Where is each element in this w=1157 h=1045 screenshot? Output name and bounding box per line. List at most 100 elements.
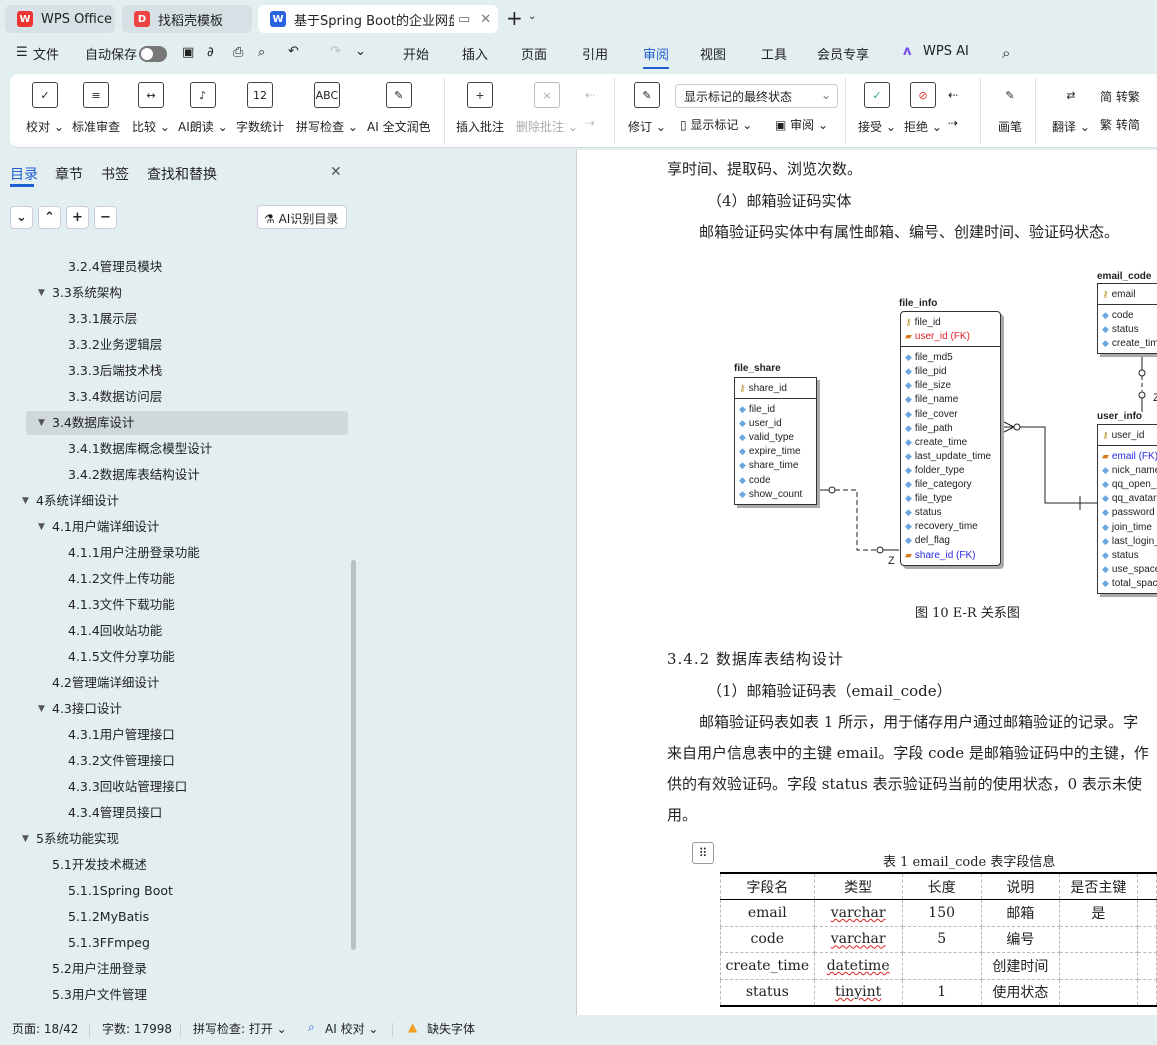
toc-item[interactable]: 4.1.3文件下载功能 (0, 593, 345, 617)
expand-up-button[interactable]: ⌃ (38, 206, 61, 229)
ribbon-button-8[interactable]: × 删除批注 ⌄ (516, 82, 578, 135)
toc-item[interactable]: 5.1.2MyBatis (0, 905, 345, 929)
menu-5[interactable]: 视图 (700, 44, 726, 63)
missing-font-button[interactable]: 缺失字体 (427, 1020, 475, 1037)
ribbon-button-4[interactable]: 12 字数统计 (236, 82, 284, 135)
toc-item[interactable]: 3.3.3后端技术栈 (0, 359, 345, 383)
autosave-toggle[interactable] (139, 46, 167, 62)
toc-item[interactable]: 5.1.1Spring Boot (0, 879, 345, 903)
toc-item[interactable]: 5.1.3FFmpeg (0, 931, 345, 955)
ribbon-button-6[interactable]: ✎ AI 全文润色 (367, 82, 431, 135)
pen-button[interactable]: ✎ 画笔 (997, 82, 1023, 135)
review-pane-button[interactable]: ▣ 审阅 ⌄ (775, 116, 828, 133)
remove-level-button[interactable]: − (94, 206, 117, 229)
ribbon-button-1[interactable]: ≡ 标准审查 (72, 82, 120, 135)
show-marks-button[interactable]: ▯ 显示标记 ⌄ (680, 116, 752, 133)
menu-2[interactable]: 页面 (521, 44, 547, 63)
toc-item[interactable]: 4.1.5文件分享功能 (0, 645, 345, 669)
page-count[interactable]: 页面: 18/42 (12, 1020, 78, 1037)
undo-icon[interactable]: ↶ (288, 44, 299, 59)
tab-wps-office[interactable]: W WPS Office (5, 5, 115, 33)
close-panel-icon[interactable]: ✕ (330, 164, 342, 180)
toc-item[interactable]: 4.3.2文件管理接口 (0, 749, 345, 773)
expand-arrow-icon[interactable]: ▼ (38, 697, 45, 721)
hamburger-icon[interactable]: ☰ (16, 45, 28, 60)
markup-display-select[interactable]: 显示标记的最终状态 ⌄ (675, 84, 838, 108)
toc-item[interactable]: ▼ 3.4数据库设计 (0, 411, 345, 435)
toc-item[interactable]: ▼ 3.3系统架构 (0, 281, 345, 305)
tab-docer[interactable]: D 找稻壳模板 (122, 5, 252, 33)
ribbon-button-5[interactable]: ABC 拼写检查 ⌄ (296, 82, 358, 135)
save-icon[interactable]: ▣ (182, 45, 194, 60)
toc-item[interactable]: 5.1开发技术概述 (0, 853, 345, 877)
expand-arrow-icon[interactable]: ▼ (38, 515, 45, 539)
revise-button[interactable]: ✎ 修订 ⌄ (628, 82, 666, 135)
ribbon-button-0[interactable]: ✓ 校对 ⌄ (26, 82, 64, 135)
reject-button[interactable]: ⊘ 拒绝 ⌄ (904, 82, 942, 135)
toc-item[interactable]: 4.3.1用户管理接口 (0, 723, 345, 747)
toc-item[interactable]: ▼ 4系统详细设计 (0, 489, 345, 513)
add-level-button[interactable]: + (66, 206, 89, 229)
close-tab-icon[interactable]: ✕ (480, 12, 491, 27)
link-icon[interactable]: ∂ (207, 45, 214, 60)
file-menu[interactable]: 文件 (33, 44, 59, 63)
menu-4[interactable]: 审阅 (643, 44, 670, 69)
next-change-icon[interactable]: ⇢ (948, 116, 958, 130)
document-page[interactable]: 享时间、提取码、浏览次数。 （4）邮箱验证码实体 邮箱验证码实体中有属性邮箱、编… (577, 150, 1157, 1015)
redo-icon[interactable]: ↷ (330, 44, 341, 59)
menu-8[interactable]: WPS AI (923, 44, 969, 59)
menu-6[interactable]: 工具 (761, 44, 787, 63)
toc-item[interactable]: 4.1.4回收站功能 (0, 619, 345, 643)
print-icon[interactable]: ⎙ (233, 45, 243, 60)
prev-comment-icon[interactable]: ⇠ (585, 88, 595, 102)
ribbon-button-3[interactable]: ♪ AI朗读 ⌄ (178, 82, 228, 135)
translate-button[interactable]: ⇄ 翻译 ⌄ (1052, 82, 1090, 135)
ribbon-button-2[interactable]: ↔ 比较 ⌄ (132, 82, 170, 135)
search-icon[interactable]: ⌕ (1002, 44, 1010, 62)
toc-item[interactable]: ▼ 5系统功能实现 (0, 827, 345, 851)
toc-item[interactable]: 4.1.1用户注册登录功能 (0, 541, 345, 565)
menu-3[interactable]: 引用 (582, 44, 608, 63)
expand-arrow-icon[interactable]: ▼ (38, 411, 45, 435)
toc-item[interactable]: 4.3.3回收站管理接口 (0, 775, 345, 799)
toc-item[interactable]: 5.3用户文件管理 (0, 983, 345, 1007)
menu-1[interactable]: 插入 (462, 44, 488, 63)
tab-document[interactable]: W 基于Spring Boot的企业网盘 ▭ ✕ (258, 5, 498, 33)
ribbon-button-7[interactable]: + 插入批注 (456, 82, 504, 135)
ai-proofread-button[interactable]: AI 校对 ⌄ (325, 1020, 378, 1037)
tab-list-chevron-icon[interactable]: ⌄ (528, 11, 536, 22)
toc-item[interactable]: 3.4.1数据库概念模型设计 (0, 437, 345, 461)
toc-item[interactable]: ▼ 4.3接口设计 (0, 697, 345, 721)
sidebar-tab-3[interactable]: 查找和替换 (147, 164, 217, 184)
spell-check-status[interactable]: 拼写检查: 打开 ⌄ (193, 1020, 287, 1037)
sidebar-scrollbar[interactable] (351, 560, 356, 950)
to-traditional-button[interactable]: 简 转繁 (1100, 88, 1140, 105)
expand-arrow-icon[interactable]: ▼ (22, 827, 29, 851)
ai-toc-button[interactable]: ⚗ AI识别目录 (257, 205, 347, 229)
toc-item[interactable]: ▼ 4.1用户端详细设计 (0, 515, 345, 539)
menu-7[interactable]: 会员专享 (817, 44, 869, 63)
menu-0[interactable]: 开始 (403, 44, 429, 63)
new-tab-icon[interactable]: + (506, 6, 523, 30)
expand-arrow-icon[interactable]: ▼ (38, 281, 45, 305)
toc-item[interactable]: 4.3.4管理员接口 (0, 801, 345, 825)
prev-change-icon[interactable]: ⇠ (948, 88, 958, 102)
more-chevron-icon[interactable]: ⌄ (355, 44, 366, 59)
table-move-handle-icon[interactable]: ⠿ (692, 842, 714, 864)
toc-item[interactable]: 3.3.4数据访问层 (0, 385, 345, 409)
toc-item[interactable]: 3.2.4管理员模块 (0, 255, 345, 279)
sidebar-tab-1[interactable]: 章节 (55, 164, 83, 184)
sidebar-tab-2[interactable]: 书签 (101, 164, 129, 184)
to-simplified-button[interactable]: 繁 转简 (1100, 116, 1140, 133)
accept-button[interactable]: ✓ 接受 ⌄ (858, 82, 896, 135)
toc-item[interactable]: 3.3.2业务逻辑层 (0, 333, 345, 357)
toc-item[interactable]: 4.1.2文件上传功能 (0, 567, 345, 591)
next-comment-icon[interactable]: ⇢ (585, 116, 595, 130)
sidebar-tab-0[interactable]: 目录 (10, 164, 38, 184)
toc-item[interactable]: 5.2用户注册登录 (0, 957, 345, 981)
print-preview-icon[interactable]: ⌕ (258, 45, 265, 60)
toc-item[interactable]: 4.2管理端详细设计 (0, 671, 345, 695)
toc-item[interactable]: 3.3.1展示层 (0, 307, 345, 331)
word-count[interactable]: 字数: 17998 (102, 1020, 172, 1037)
expand-arrow-icon[interactable]: ▼ (22, 489, 29, 513)
